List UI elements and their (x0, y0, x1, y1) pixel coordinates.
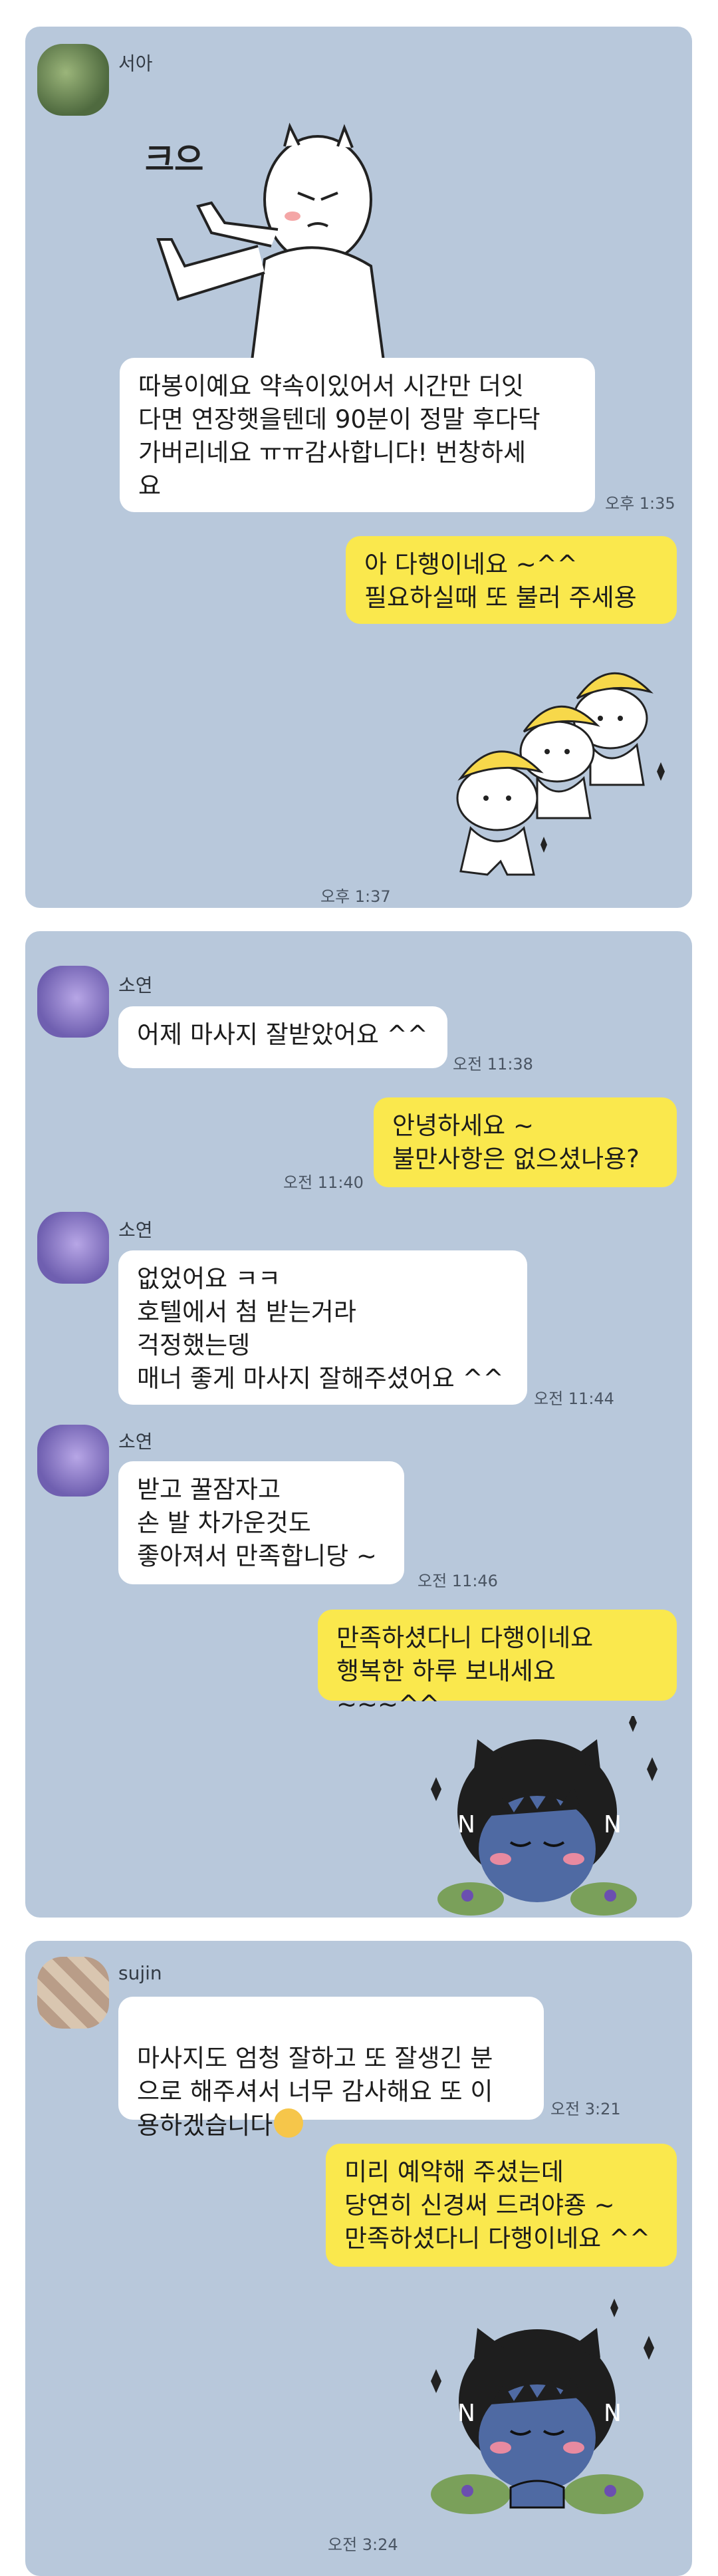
svg-text:N: N (457, 1811, 475, 1838)
message-time: 오전 11:44 (534, 1389, 614, 1408)
sleeping-cat-icon: N N (431, 1713, 658, 1916)
svg-text:N: N (457, 2400, 475, 2427)
message-time: 오후 1:35 (605, 494, 675, 513)
sender-name: sujin (118, 1962, 162, 1984)
sender-name: 소연 (118, 1219, 153, 1241)
avatar[interactable] (37, 44, 109, 116)
incoming-message[interactable]: 어제 마사지 잘받았어요 ^^ (118, 1006, 447, 1068)
banana-hat-sticker (418, 645, 677, 898)
incoming-message[interactable]: 마사지도 엄청 잘하고 또 잘생긴 분 으로 해주셔서 너무 감사해요 또 이 … (118, 1997, 544, 2140)
message-time: 오전 3:21 (550, 2100, 621, 2118)
sticker-time: 오전 3:24 (328, 2535, 398, 2554)
incoming-message-text: 마사지도 엄청 잘하고 또 잘생긴 분 으로 해주셔서 너무 감사해요 또 이 … (137, 2044, 493, 2140)
chat-card-3: sujin 마사지도 엄청 잘하고 또 잘생긴 분 으로 해주셔서 너무 감사해… (25, 1941, 692, 2576)
sticker-time: 오후 1:37 (320, 887, 391, 906)
sleeping-cat-sticker: N N (411, 2295, 677, 2521)
outgoing-message[interactable]: 아 다행이네요 ~^^ 필요하실때 또 불러 주세용 (346, 536, 677, 624)
chat-card-2: 소연 어제 마사지 잘받았어요 ^^ 오전 11:38 오전 11:40 안녕하… (25, 931, 692, 1918)
sleeping-cat-sticker: N N (411, 1713, 677, 1916)
outgoing-message[interactable]: 미리 예약해 주셨는데 당연히 신경써 드려야죵 ~ 만족하셨다니 다행이네요 … (326, 2144, 677, 2267)
sender-name: 서아 (118, 53, 153, 74)
incoming-message[interactable]: 따봉이예요 약속이있어서 시간만 더잇 다면 연장햇을텐데 90분이 정말 후다… (120, 358, 595, 512)
avatar[interactable] (37, 966, 109, 1038)
sender-name: 소연 (118, 974, 153, 996)
message-time: 오전 11:46 (418, 1572, 498, 1590)
sleeping-cat-icon: N N (431, 2299, 654, 2514)
svg-text:N: N (604, 1811, 622, 1838)
incoming-message[interactable]: 받고 꿀잠자고 손 발 차가운것도 좋아져서 만족합니당 ~ (118, 1461, 404, 1584)
message-time: 오전 11:38 (453, 1055, 533, 1073)
outgoing-message[interactable]: 안녕하세요 ~ 불만사항은 없으셨나용? (374, 1097, 677, 1187)
incoming-message[interactable]: 없었어요 ㅋㅋ 호텔에서 첨 받는거라 걱정했는뎅 매너 좋게 마사지 잘해주셨… (118, 1250, 527, 1405)
banana-hat-characters-icon (456, 672, 665, 876)
avatar[interactable] (37, 1425, 109, 1497)
smile-emoji-icon (274, 2108, 304, 2138)
sticker-caption: 크으 (145, 141, 204, 178)
sender-name: 소연 (118, 1431, 153, 1453)
chat-card-1: 서아 크으 따봉이예요 약속이있어서 시간만 더잇 다면 연장햇을텐데 90분이… (25, 27, 692, 908)
thumbs-up-sticker: 크으 (118, 93, 424, 372)
svg-text:N: N (604, 2400, 622, 2427)
message-time: 오전 11:40 (283, 1173, 364, 1192)
avatar[interactable] (37, 1212, 109, 1284)
avatar[interactable] (37, 1957, 109, 2029)
outgoing-message[interactable]: 만족하셨다니 다행이네요 행복한 하루 보내세요 ~~~^^ (318, 1610, 677, 1719)
